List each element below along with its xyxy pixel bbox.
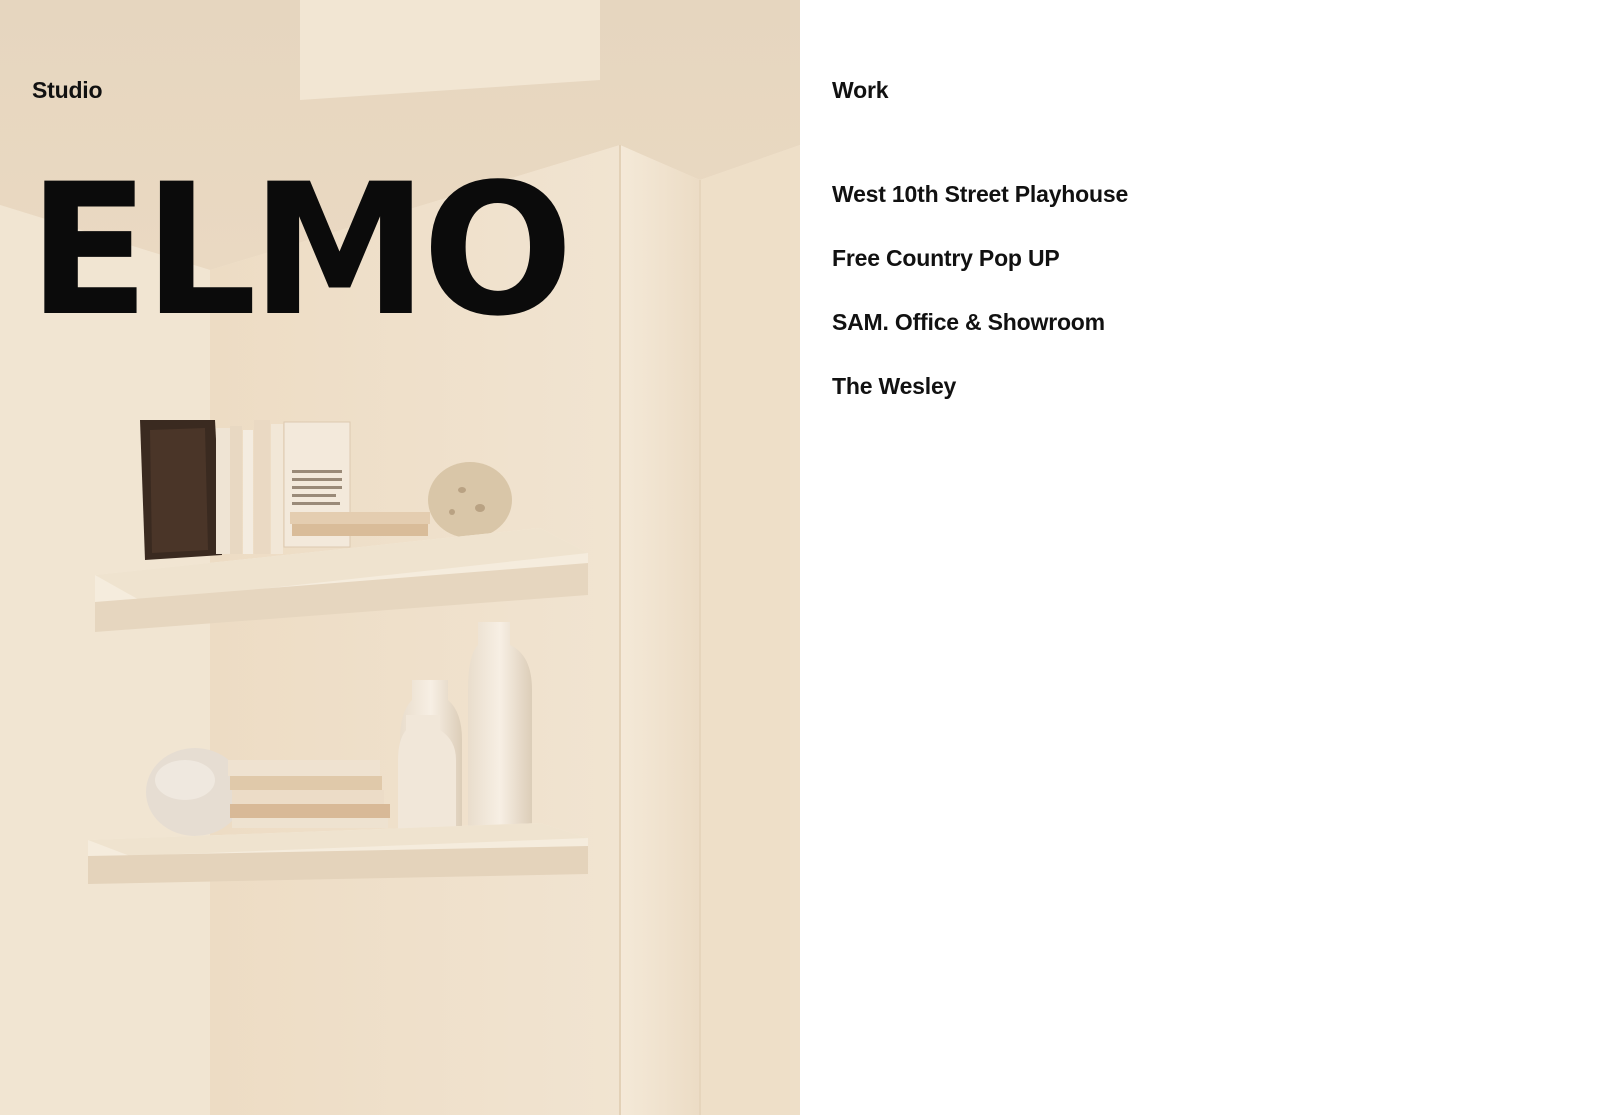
work-heading[interactable]: Work bbox=[832, 77, 888, 104]
hero-panel: Studio ELMO bbox=[0, 0, 800, 1115]
list-item: West 10th Street Playhouse bbox=[832, 181, 1128, 245]
list-item: The Wesley bbox=[832, 373, 1128, 437]
project-list: West 10th Street Playhouse Free Country … bbox=[832, 181, 1128, 437]
list-item: Free Country Pop UP bbox=[832, 245, 1128, 309]
studio-nav-link[interactable]: Studio bbox=[32, 77, 103, 104]
project-link-west-10th-street-playhouse[interactable]: West 10th Street Playhouse bbox=[832, 181, 1128, 207]
project-link-sam-office-showroom[interactable]: SAM. Office & Showroom bbox=[832, 309, 1105, 335]
project-link-free-country-pop-up[interactable]: Free Country Pop UP bbox=[832, 245, 1060, 271]
brand-wordmark[interactable]: ELMO bbox=[28, 159, 573, 342]
project-link-the-wesley[interactable]: The Wesley bbox=[832, 373, 956, 399]
work-panel: Work West 10th Street Playhouse Free Cou… bbox=[832, 0, 1592, 1115]
list-item: SAM. Office & Showroom bbox=[832, 309, 1128, 373]
